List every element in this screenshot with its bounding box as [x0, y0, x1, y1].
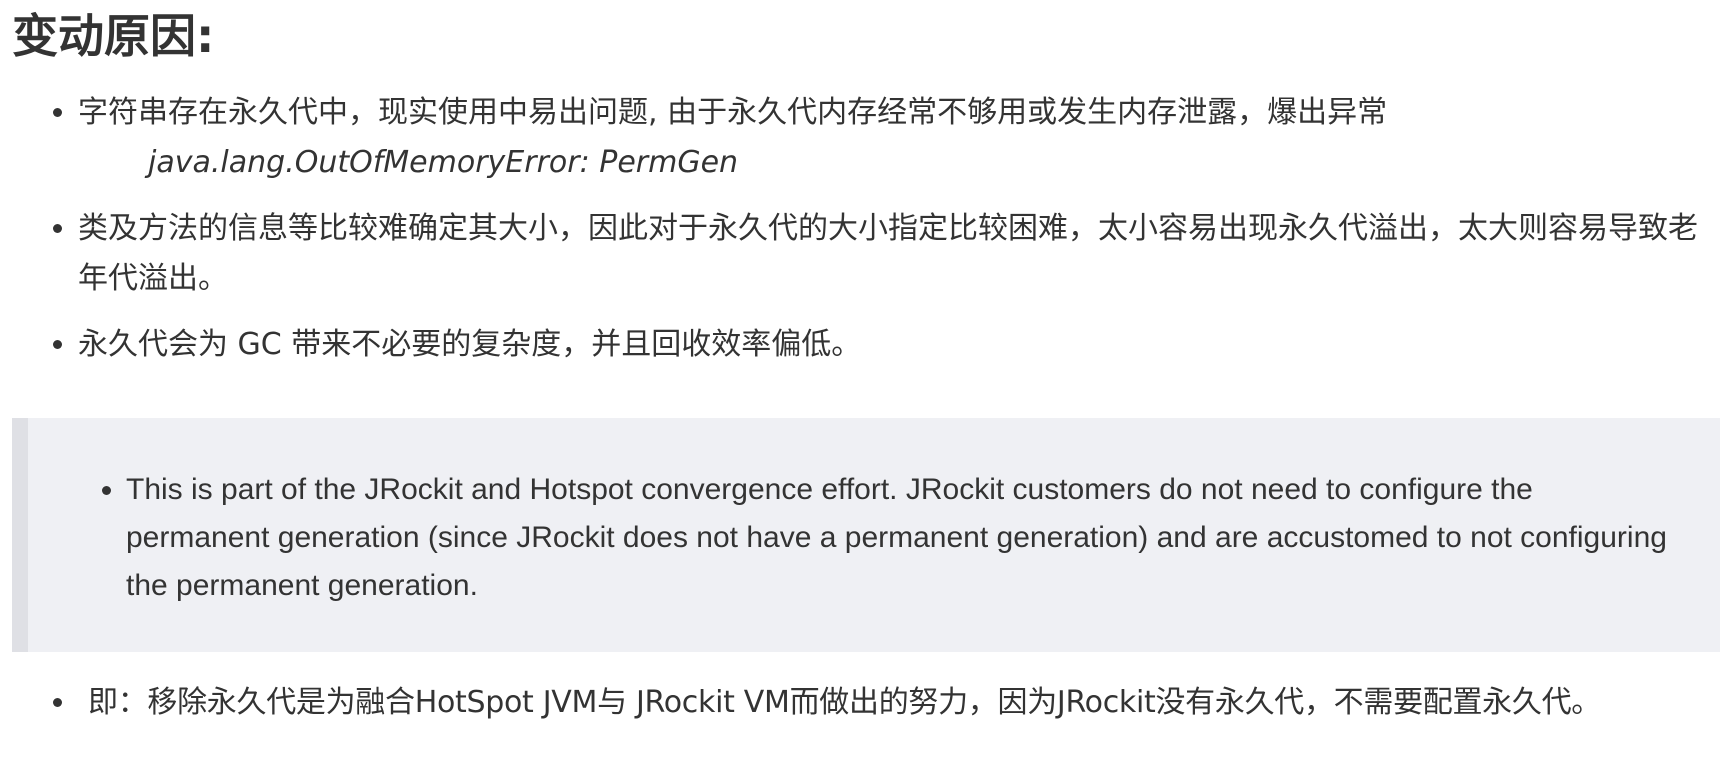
summary-list: 即：移除永久代是为融合HotSpot JVM与 JRockit VM而做出的努力…: [12, 678, 1720, 728]
section-heading: 变动原因:: [12, 9, 215, 63]
exception-name: java.lang.OutOfMemoryError: PermGen: [148, 145, 739, 180]
list-item: 类及方法的信息等比较难确定其大小，因此对于永久代的大小指定比较困难，太小容易出现…: [78, 204, 1720, 304]
list-item: 字符串存在永久代中，现实使用中易出问题, 由于永久代内存经常不够用或发生内存泄露…: [78, 88, 1720, 188]
list-item: 永久代会为 GC 带来不必要的复杂度，并且回收效率偏低。: [78, 320, 1720, 370]
reason-text: 类及方法的信息等比较难确定其大小，因此对于永久代的大小指定比较困难，太小容易出现…: [78, 211, 1698, 296]
quote-item: This is part of the JRockit and Hotspot …: [126, 466, 1680, 610]
reasons-list: 字符串存在永久代中，现实使用中易出问题, 由于永久代内存经常不够用或发生内存泄露…: [12, 88, 1720, 370]
document-page: 变动原因: 字符串存在永久代中，现实使用中易出问题, 由于永久代内存经常不够用或…: [0, 0, 1732, 770]
summary-text: 即：移除永久代是为融合HotSpot JVM与 JRockit VM而做出的努力…: [88, 685, 1601, 720]
quote-list: This is part of the JRockit and Hotspot …: [28, 466, 1680, 610]
reason-text: 永久代会为 GC 带来不必要的复杂度，并且回收效率偏低。: [78, 327, 862, 362]
blockquote: This is part of the JRockit and Hotspot …: [12, 418, 1720, 652]
reason-text: 字符串存在永久代中，现实使用中易出问题, 由于永久代内存经常不够用或发生内存泄露…: [78, 95, 1388, 130]
list-item: 即：移除永久代是为融合HotSpot JVM与 JRockit VM而做出的努力…: [78, 678, 1720, 728]
